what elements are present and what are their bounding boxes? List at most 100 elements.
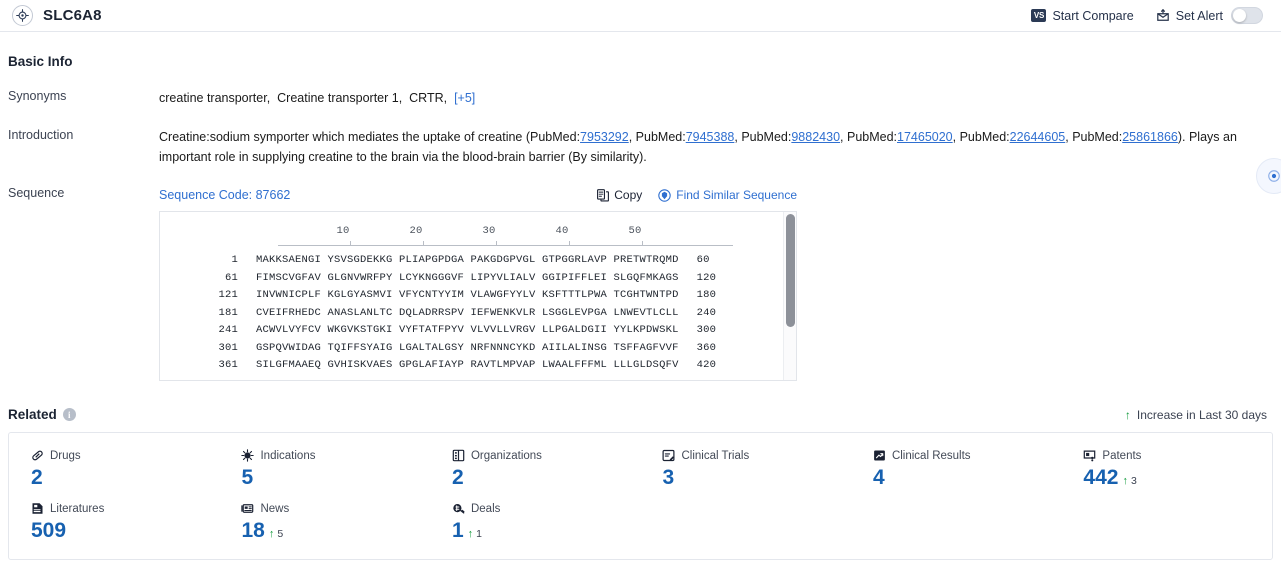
ruler-line: [278, 245, 733, 246]
copy-icon: [597, 188, 610, 202]
card-label: Indications: [260, 449, 316, 462]
related-cards: Drugs 2 Indications 5 Organizations 2 Cl…: [8, 432, 1273, 560]
related-card-news[interactable]: News 18 ↑ 5: [219, 502, 429, 555]
related-card-indications[interactable]: Indications 5: [219, 449, 429, 502]
related-heading: Related i: [8, 407, 76, 422]
sequence-code[interactable]: Sequence Code: 87662: [159, 185, 290, 205]
related-card-patents[interactable]: Patents 442 ↑ 3: [1061, 449, 1271, 502]
card-header: Patents: [1083, 449, 1271, 462]
set-alert-toggle[interactable]: [1231, 7, 1263, 24]
sequence-line: 181 CVEIFRHEDC ANASLANLTC DQLADRRSPV IEF…: [160, 305, 796, 323]
sequence-end-index: 120: [696, 271, 717, 284]
find-similar-sequence-button[interactable]: Find Similar Sequence: [658, 185, 797, 205]
sequence-scrollbar[interactable]: [783, 212, 796, 380]
card-value-wrap: 18 ↑ 5: [241, 520, 429, 541]
ruler-label: 10: [336, 225, 350, 237]
start-compare-button[interactable]: VS Start Compare: [1031, 9, 1134, 23]
pubmed-link-3[interactable]: 17465020: [897, 130, 953, 144]
versus-icon: VS: [1031, 9, 1047, 22]
brand-area: SLC6A8: [12, 5, 102, 26]
toggle-knob: [1233, 9, 1246, 22]
pubmed-link-1[interactable]: 7945388: [686, 130, 735, 144]
card-value-wrap: 5: [241, 467, 429, 488]
sequence-line: 301 GSPQVWIDAG TQIFFSYAIG LGALTALGSY NRF…: [160, 340, 796, 358]
up-arrow-icon: ↑: [1122, 475, 1128, 487]
related-card-clinical-results[interactable]: Clinical Results 4: [851, 449, 1061, 502]
related-card-organizations[interactable]: Organizations 2: [430, 449, 640, 502]
top-bar: SLC6A8 VS Start Compare Set Alert: [0, 0, 1281, 32]
related-card-deals[interactable]: Deals 1 ↑ 1: [430, 502, 640, 555]
pubmed-separator-4: , PubMed:: [1065, 130, 1123, 144]
ruler-label: 50: [628, 225, 642, 237]
sequence-line: 361 SILGFMAAEQ GVHISKVAES GPGLAFIAYP RAV…: [160, 357, 796, 375]
pubmed-separator-0: , PubMed:: [628, 130, 686, 144]
pubmed-separator-3: , PubMed:: [952, 130, 1010, 144]
card-delta: ↑ 5: [269, 529, 283, 540]
card-label: News: [260, 502, 290, 515]
card-value-wrap: 4: [873, 467, 1061, 488]
card-label: Literatures: [50, 502, 105, 515]
card-header: Clinical Results: [873, 449, 1061, 462]
page-title: SLC6A8: [43, 7, 102, 24]
card-header: Drugs: [31, 449, 219, 462]
news-icon: [241, 502, 254, 515]
sequence-start-index: 1: [231, 254, 238, 266]
set-alert-label: Set Alert: [1175, 8, 1223, 23]
card-label: Deals: [470, 502, 501, 515]
synonym-item-0: creatine transporter,: [159, 91, 271, 105]
sequence-viewer[interactable]: 10 20 30 40 50 1 MAKKSAENGI YSVSGDEKKG P…: [159, 211, 797, 381]
sequence-actions: Copy Find Similar Sequence: [597, 185, 797, 205]
card-value: 442: [1083, 466, 1119, 489]
ruler-tick: [423, 241, 424, 245]
pubmed-link-4[interactable]: 22644605: [1010, 130, 1066, 144]
copy-label: Copy: [614, 188, 643, 202]
synonyms-row: Synonyms creatine transporter, Creatine …: [8, 88, 1273, 108]
introduction-text-1: Creatine:sodium symporter which mediates…: [159, 130, 581, 144]
synonyms-value: creatine transporter, Creatine transport…: [159, 88, 1273, 108]
ruler-label: 30: [482, 225, 496, 237]
synonyms-more-link[interactable]: [+5]: [454, 91, 475, 105]
related-card-literatures[interactable]: Literatures 509: [9, 502, 219, 555]
set-alert-control[interactable]: Set Alert: [1156, 7, 1263, 24]
card-header: Literatures: [31, 502, 219, 515]
bell-alert-icon: [1156, 9, 1170, 22]
sequence-start-index: 361: [218, 359, 238, 371]
sequence-residues: GSPQVWIDAG TQIFFSYAIG LGALTALGSY NRFNNNC…: [256, 341, 679, 354]
sequence-start-index: 241: [218, 324, 238, 336]
pubmed-link-0[interactable]: 7953292: [580, 130, 629, 144]
pubmed-link-5[interactable]: 25861866: [1122, 130, 1178, 144]
card-header: Organizations: [452, 449, 640, 462]
ruler-tick: [350, 241, 351, 245]
card-delta: ↑ 3: [1122, 476, 1136, 487]
building-icon: [452, 449, 465, 462]
sequence-start-index: 181: [218, 306, 238, 319]
sequence-end-index: 240: [696, 306, 717, 319]
related-card-clinical-trials[interactable]: Clinical Trials 3: [640, 449, 850, 502]
sequence-start-index: 301: [218, 341, 238, 354]
basic-info-heading: Basic Info: [8, 54, 1273, 69]
sequence-line: 61 FIMSCVGFAV GLGNVWRFPY LCYKNGGGVF LIPY…: [160, 270, 796, 288]
sequence-end-index: 180: [696, 289, 717, 301]
pubmed-link-2[interactable]: 9882430: [791, 130, 840, 144]
card-label: Patents: [1102, 449, 1142, 462]
card-label: Organizations: [470, 449, 542, 462]
sequence-content: 10 20 30 40 50 1 MAKKSAENGI YSVSGDEKKG P…: [160, 212, 796, 375]
increase-legend-label: Increase in Last 30 days: [1136, 407, 1267, 422]
related-card-drugs[interactable]: Drugs 2: [9, 449, 219, 502]
synonym-item-1: Creatine transporter 1,: [277, 91, 403, 105]
info-icon[interactable]: i: [62, 408, 76, 421]
card-value-wrap: 2: [31, 467, 219, 488]
target-crosshair-icon: [12, 5, 33, 26]
introduction-row: Introduction Creatine:sodium symporter w…: [8, 127, 1273, 167]
sequence-residues: SILGFMAAEQ GVHISKVAES GPGLAFIAYP RAVTLMP…: [256, 359, 679, 371]
ruler-label: 40: [555, 225, 569, 237]
card-label: Drugs: [50, 449, 81, 462]
card-header: Clinical Trials: [662, 449, 850, 462]
card-header: Deals: [452, 502, 640, 515]
sequence-header: Sequence Code: 87662 Copy Find Similar S…: [159, 185, 797, 205]
copy-button[interactable]: Copy: [597, 185, 642, 205]
page-body: Basic Info Synonyms creatine transporter…: [0, 54, 1281, 560]
sequence-line: 241 ACWVLVYFCV WKGVKSTGKI VYFTATFPYV VLV…: [160, 322, 796, 340]
sequence-scrollbar-thumb[interactable]: [786, 214, 795, 327]
up-arrow-icon: ↑: [268, 528, 275, 540]
